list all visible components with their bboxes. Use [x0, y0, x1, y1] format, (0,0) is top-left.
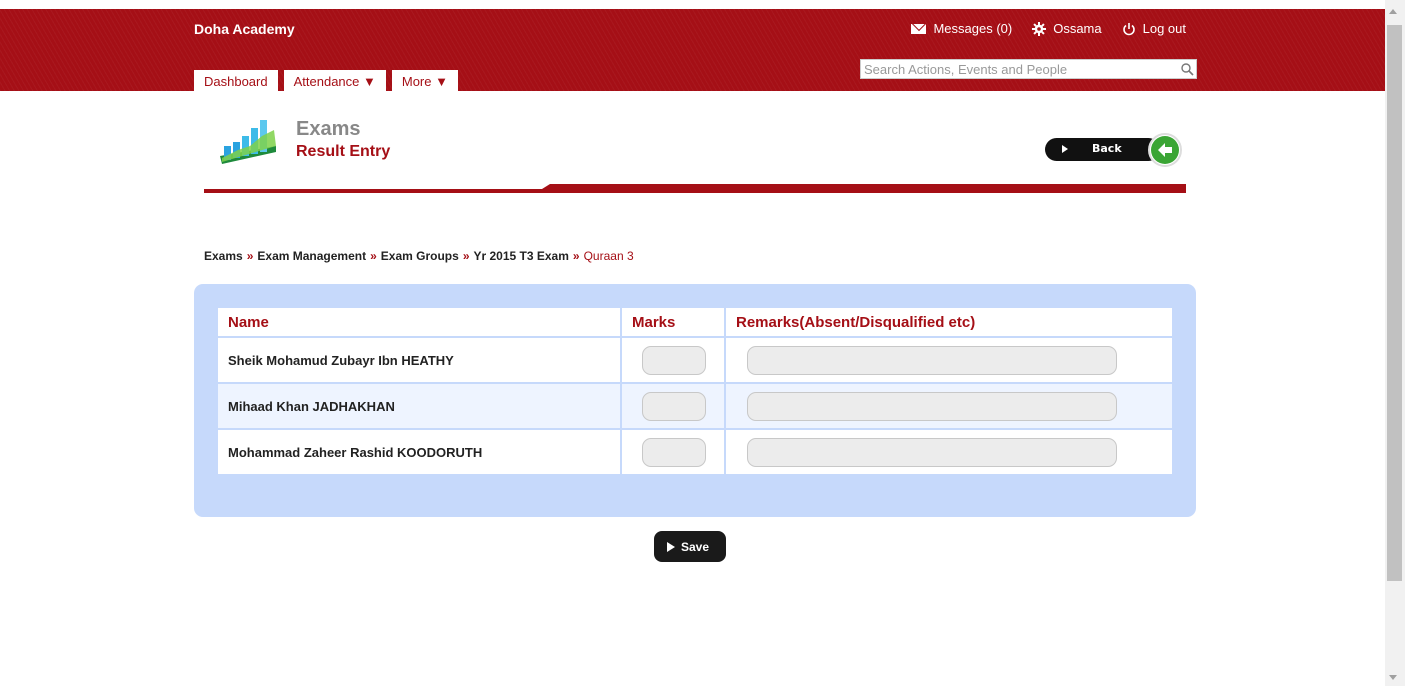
top-links: Messages (0) Ossama Log out [911, 21, 1186, 36]
table-row: Mohammad Zaheer Rashid KOODORUTH [216, 428, 1174, 476]
marks-input[interactable] [642, 437, 706, 467]
breadcrumb-current: Quraan 3 [583, 249, 634, 263]
search-icon[interactable] [1178, 60, 1196, 78]
user-menu-link[interactable]: Ossama [1032, 21, 1102, 36]
header-marks: Marks [620, 306, 726, 338]
tab-more[interactable]: More ▼ [391, 70, 458, 91]
remarks-input[interactable] [747, 437, 1117, 467]
chart-icon [218, 116, 278, 170]
breadcrumb-exam-groups[interactable]: Exam Groups [381, 249, 459, 263]
student-name: Mihaad Khan JADHAKHAN [216, 382, 622, 430]
search-input[interactable] [861, 60, 1178, 78]
logout-link[interactable]: Log out [1122, 21, 1186, 36]
tab-dashboard[interactable]: Dashboard [194, 70, 278, 91]
student-name: Sheik Mohamud Zubayr Ibn HEATHY [216, 336, 622, 384]
breadcrumb-separator: » [370, 249, 377, 263]
breadcrumb-exam[interactable]: Yr 2015 T3 Exam [474, 249, 569, 263]
header-remarks: Remarks(Absent/Disqualified etc) [724, 306, 1174, 338]
student-name: Mohammad Zaheer Rashid KOODORUTH [216, 428, 622, 476]
scroll-down-arrow-icon[interactable] [1389, 675, 1397, 680]
results-table: Name Marks Remarks(Absent/Disqualified e… [216, 306, 1174, 476]
save-label: Save [681, 540, 710, 554]
marks-input[interactable] [642, 345, 706, 375]
remarks-cell [724, 428, 1174, 476]
marks-cell [620, 336, 726, 384]
back-label: Back [1092, 142, 1122, 155]
remarks-cell [724, 382, 1174, 430]
back-button[interactable]: Back [1045, 133, 1185, 169]
scrollbar-thumb[interactable] [1387, 25, 1402, 581]
search-box [860, 59, 1197, 79]
page-title: Exams [296, 118, 361, 140]
marks-cell [620, 428, 726, 476]
main-tabs: Dashboard Attendance ▼ More ▼ [194, 70, 458, 91]
table-row: Sheik Mohamud Zubayr Ibn HEATHY [216, 336, 1174, 384]
scroll-up-arrow-icon[interactable] [1389, 9, 1397, 14]
brand-name[interactable]: Doha Academy [194, 21, 295, 37]
breadcrumb-separator: » [462, 249, 470, 263]
header-divider [204, 184, 1186, 193]
breadcrumb-exams[interactable]: Exams [204, 249, 243, 263]
user-name: Ossama [1053, 21, 1102, 36]
breadcrumb-exam-management[interactable]: Exam Management [257, 249, 366, 263]
logout-label: Log out [1142, 21, 1186, 36]
tab-attendance[interactable]: Attendance ▼ [283, 70, 386, 91]
table-header-row: Name Marks Remarks(Absent/Disqualified e… [216, 306, 1174, 338]
power-icon [1122, 22, 1136, 36]
save-button[interactable]: Save [654, 531, 726, 562]
play-arrow-icon [667, 542, 675, 552]
remarks-input[interactable] [747, 345, 1117, 375]
back-pill: Back [1045, 138, 1160, 161]
gear-icon [1032, 21, 1047, 36]
messages-link[interactable]: Messages (0) [911, 21, 1012, 36]
header-name: Name [216, 306, 622, 338]
top-navbar: Doha Academy Messages (0) Ossama Log out… [0, 9, 1385, 91]
remarks-input[interactable] [747, 391, 1117, 421]
play-arrow-icon [1062, 145, 1068, 153]
remarks-cell [724, 336, 1174, 384]
table-row: Mihaad Khan JADHAKHAN [216, 382, 1174, 430]
breadcrumb-separator: » [246, 249, 254, 263]
back-arrow-icon [1148, 133, 1182, 167]
breadcrumb: Exams» Exam Management» Exam Groups» Yr 201… [204, 249, 634, 263]
page-subtitle: Result Entry [296, 143, 391, 160]
mail-icon [911, 23, 927, 34]
breadcrumb-separator: » [572, 249, 580, 263]
marks-cell [620, 382, 726, 430]
marks-input[interactable] [642, 391, 706, 421]
messages-label: Messages (0) [933, 21, 1013, 36]
